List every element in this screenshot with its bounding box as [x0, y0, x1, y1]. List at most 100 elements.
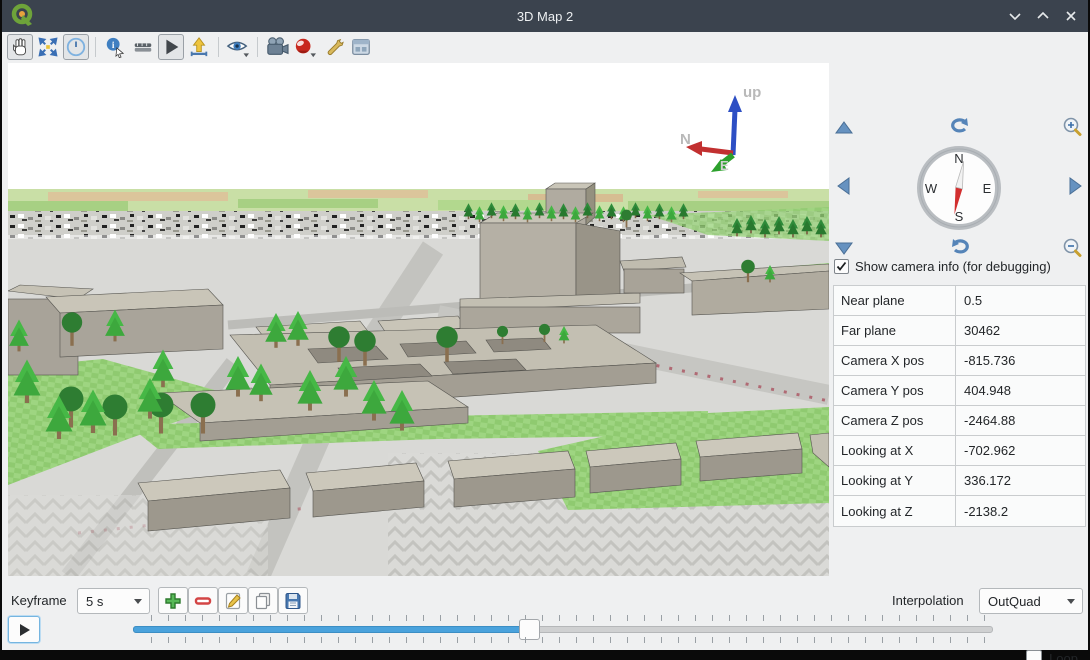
- close-icon: [1064, 9, 1078, 23]
- pan-camera-button[interactable]: [7, 34, 33, 60]
- rotate-ccw-button[interactable]: [948, 114, 972, 138]
- slider-track-fill: [133, 626, 529, 633]
- set-view-angle-button[interactable]: [63, 34, 89, 60]
- rotate-cw-button[interactable]: [948, 235, 972, 259]
- rotate-ccw-icon: [949, 115, 971, 137]
- camera-icon: [265, 36, 289, 58]
- save-animation-button[interactable]: [278, 587, 308, 614]
- interpolation-dropdown-value: OutQuad: [988, 594, 1041, 609]
- tilt-down-button[interactable]: [832, 236, 856, 260]
- plus-icon: [163, 591, 183, 611]
- visibility-menu-button[interactable]: [225, 34, 251, 60]
- compass-n-label: N: [954, 151, 963, 166]
- camera-info-label: Looking at Y: [834, 466, 956, 495]
- zoom-full-button[interactable]: [35, 34, 61, 60]
- camera-button[interactable]: [264, 34, 290, 60]
- arrow-right-icon: [1065, 176, 1085, 196]
- effects-sphere-icon: [293, 36, 317, 58]
- camera-info-label: Camera Z pos: [834, 406, 956, 435]
- dock-options-button[interactable]: [348, 34, 374, 60]
- arrow-down-icon: [834, 238, 854, 258]
- identify-icon: i: [104, 36, 126, 58]
- duplicate-keyframe-button[interactable]: [248, 587, 278, 614]
- move-right-button[interactable]: [1063, 174, 1087, 198]
- play-icon: [17, 623, 31, 637]
- table-row: Camera Z pos -2464.88: [834, 406, 1085, 436]
- arrow-up-icon: [834, 118, 854, 138]
- table-row: Looking at Y 336.172: [834, 466, 1085, 496]
- loop-checkbox[interactable]: [1026, 650, 1042, 660]
- toolbar-separator: [95, 37, 96, 57]
- keyframe-label: Keyframe: [11, 593, 67, 608]
- loop-label: Loop: [1049, 651, 1078, 660]
- close-button[interactable]: [1062, 7, 1080, 25]
- camera-info-value: 404.948: [956, 383, 1085, 398]
- camera-nav-widget: N E S W: [830, 75, 1088, 255]
- titlebar: 3D Map 2: [2, 0, 1088, 32]
- interpolation-label: Interpolation: [892, 593, 964, 608]
- move-left-button[interactable]: [832, 174, 856, 198]
- show-camera-info-checkbox[interactable]: Show camera info (for debugging): [834, 259, 1051, 274]
- zoom-out-icon: [1061, 237, 1083, 259]
- copy-icon: [253, 591, 273, 611]
- set-view-angle-icon: [65, 36, 87, 58]
- compass-s-label: S: [955, 209, 964, 224]
- animations-button[interactable]: [158, 34, 184, 60]
- main-toolbar: i: [2, 32, 1088, 62]
- camera-info-value: 336.172: [956, 473, 1085, 488]
- toolbar-separator: [218, 37, 219, 57]
- pan-hand-icon: [9, 36, 31, 58]
- configure-button[interactable]: [320, 34, 346, 60]
- camera-info-label: Looking at X: [834, 436, 956, 465]
- rotate-cw-icon: [949, 236, 971, 258]
- camera-info-value: -2464.88: [956, 413, 1085, 428]
- zoom-in-button[interactable]: [1060, 115, 1084, 139]
- maximize-button[interactable]: [1034, 7, 1052, 25]
- table-row: Looking at Z -2138.2: [834, 496, 1085, 526]
- minus-icon: [193, 591, 213, 611]
- window-title: 3D Map 2: [2, 9, 1088, 24]
- camera-info-label: Camera X pos: [834, 346, 956, 375]
- table-row: Far plane 30462: [834, 316, 1085, 346]
- slider-ticks: [151, 637, 989, 643]
- remove-keyframe-button[interactable]: [188, 587, 218, 614]
- zoom-out-button[interactable]: [1060, 236, 1084, 260]
- table-row: Camera Y pos 404.948: [834, 376, 1085, 406]
- play-button[interactable]: [8, 616, 40, 643]
- camera-info-label: Looking at Z: [834, 496, 956, 526]
- show-camera-info-label: Show camera info (for debugging): [855, 259, 1051, 274]
- animation-slider[interactable]: [133, 614, 993, 648]
- camera-info-label: Camera Y pos: [834, 376, 956, 405]
- compass-w-label: W: [925, 181, 938, 196]
- tilt-up-button[interactable]: [832, 116, 856, 140]
- camera-info-label: Far plane: [834, 316, 956, 345]
- table-row: Looking at X -702.962: [834, 436, 1085, 466]
- camera-info-value: -2138.2: [956, 504, 1085, 519]
- chevron-up-icon: [1036, 9, 1050, 23]
- table-row: Camera X pos -815.736: [834, 346, 1085, 376]
- chevron-down-icon: [1008, 9, 1022, 23]
- minimize-button[interactable]: [1006, 7, 1024, 25]
- measure-line-button[interactable]: [130, 34, 156, 60]
- 3d-scene: up N E: [8, 63, 829, 576]
- axis-up-label: up: [743, 84, 761, 101]
- save-floppy-icon: [283, 591, 303, 611]
- checkbox-checked-icon: [834, 259, 849, 274]
- toolbar-separator: [257, 37, 258, 57]
- table-row: Near plane 0.5: [834, 286, 1085, 316]
- export-scene-button[interactable]: [186, 34, 212, 60]
- play-animations-icon: [160, 36, 182, 58]
- add-keyframe-button[interactable]: [158, 587, 188, 614]
- axis-east-label: E: [720, 158, 729, 173]
- camera-info-table: Near plane 0.5 Far plane 30462 Camera X …: [833, 285, 1086, 527]
- effects-menu-button[interactable]: [292, 34, 318, 60]
- keyframe-dropdown[interactable]: 5 s: [77, 588, 150, 614]
- interpolation-dropdown[interactable]: OutQuad: [979, 588, 1083, 614]
- 3d-viewport[interactable]: up N E: [8, 63, 829, 576]
- edit-keyframe-button[interactable]: [218, 587, 248, 614]
- identify-button[interactable]: i: [102, 34, 128, 60]
- camera-info-value: 0.5: [956, 293, 1085, 308]
- qgis-3d-map-window: 3D Map 2: [0, 0, 1090, 660]
- compass[interactable]: N E S W: [916, 145, 1002, 236]
- window-body: i: [2, 32, 1088, 650]
